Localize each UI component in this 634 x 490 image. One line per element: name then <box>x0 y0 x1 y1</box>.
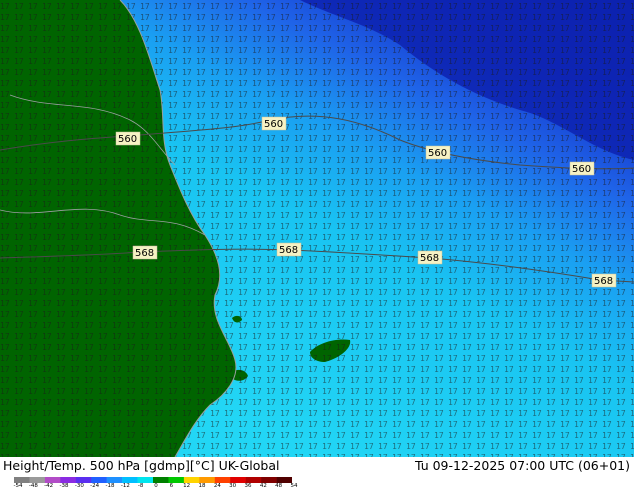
svg-text:568: 568 <box>279 245 298 256</box>
color-scale-tick-label: 42 <box>259 483 267 489</box>
valid-time: Tu 09-12-2025 07:00 UTC (06+01) <box>414 458 630 473</box>
svg-text:560: 560 <box>118 134 137 145</box>
color-scale-tick-label: -48 <box>28 483 38 489</box>
map-footer: Height/Temp. 500 hPa [gdmp][°C] UK-Globa… <box>0 457 634 490</box>
weather-map-stage: 17 560 560 560 <box>0 0 634 490</box>
color-scale-tick-label: 30 <box>229 483 237 489</box>
contour-label: 560 <box>261 116 287 131</box>
color-scale-tick-label: -30 <box>74 483 84 489</box>
color-scale-tick-label: 24 <box>213 483 221 489</box>
contour-label: 560 <box>115 131 141 146</box>
contour-label: 568 <box>591 273 617 288</box>
svg-text:568: 568 <box>135 248 154 259</box>
color-scale-tick-label: -8 <box>137 483 144 489</box>
svg-text:568: 568 <box>420 253 439 264</box>
color-scale-tick-label: 54 <box>290 483 298 489</box>
color-scale-tick-label: 0 <box>154 483 158 489</box>
contour-label: 568 <box>417 250 443 265</box>
color-scale-tick-label: -54 <box>13 483 23 489</box>
color-scale-tick-label: -24 <box>90 483 100 489</box>
temperature-value-grid <box>0 0 634 457</box>
color-scale-tick-label: -18 <box>105 483 115 489</box>
svg-text:560: 560 <box>572 164 591 175</box>
contour-label: 560 <box>425 145 451 160</box>
svg-text:568: 568 <box>594 276 613 287</box>
color-scale-tick-label: 18 <box>198 483 206 489</box>
temperature-map: 17 560 560 560 <box>0 0 634 457</box>
svg-text:560: 560 <box>428 148 447 159</box>
contour-label: 568 <box>132 245 158 260</box>
map-title: Height/Temp. 500 hPa [gdmp][°C] UK-Globa… <box>3 458 280 473</box>
color-scale-tick-label: -42 <box>44 483 54 489</box>
color-scale-tick-label: 12 <box>183 483 191 489</box>
color-scale-ticks: -54 -48 -42 -38 -30 -24 -18 -12 -8 0 6 12 18 24 30 36 42… <box>14 483 304 490</box>
contour-label: 560 <box>569 161 595 176</box>
color-scale-tick-label: 48 <box>275 483 283 489</box>
color-scale-tick-label: -12 <box>120 483 130 489</box>
color-scale-tick-label: 6 <box>169 483 174 489</box>
svg-text:560: 560 <box>264 119 283 130</box>
color-scale-tick-label: 36 <box>244 483 252 489</box>
contour-label: 568 <box>276 242 302 257</box>
color-scale-tick-label: -38 <box>59 483 69 489</box>
